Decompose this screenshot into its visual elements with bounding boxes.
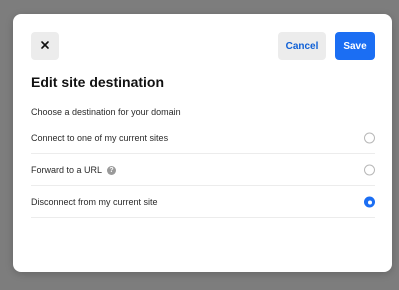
dialog-title: Edit site destination [31, 74, 165, 90]
option-label: Connect to one of my current sites [31, 133, 169, 143]
cancel-button[interactable]: Cancel [278, 32, 326, 60]
save-button[interactable]: Save [335, 32, 375, 60]
option-label: Disconnect from my current site [31, 197, 158, 207]
help-icon[interactable]: ? [107, 165, 117, 175]
radio-connect-site[interactable] [364, 132, 375, 144]
edit-site-destination-dialog: Cancel Save Edit site destination Choose… [13, 14, 392, 272]
option-forward-url[interactable]: Forward to a URL ? [31, 155, 375, 186]
option-label: Forward to a URL [31, 165, 103, 175]
close-button[interactable] [31, 32, 59, 60]
dialog-subtitle: Choose a destination for your domain [31, 107, 181, 117]
radio-selected-dot [367, 200, 372, 204]
option-connect-site[interactable]: Connect to one of my current sites [31, 123, 375, 154]
radio-forward-url[interactable] [364, 164, 375, 176]
radio-disconnect-site[interactable] [364, 196, 375, 208]
close-icon [40, 37, 50, 55]
option-disconnect-site[interactable]: Disconnect from my current site [31, 187, 375, 218]
